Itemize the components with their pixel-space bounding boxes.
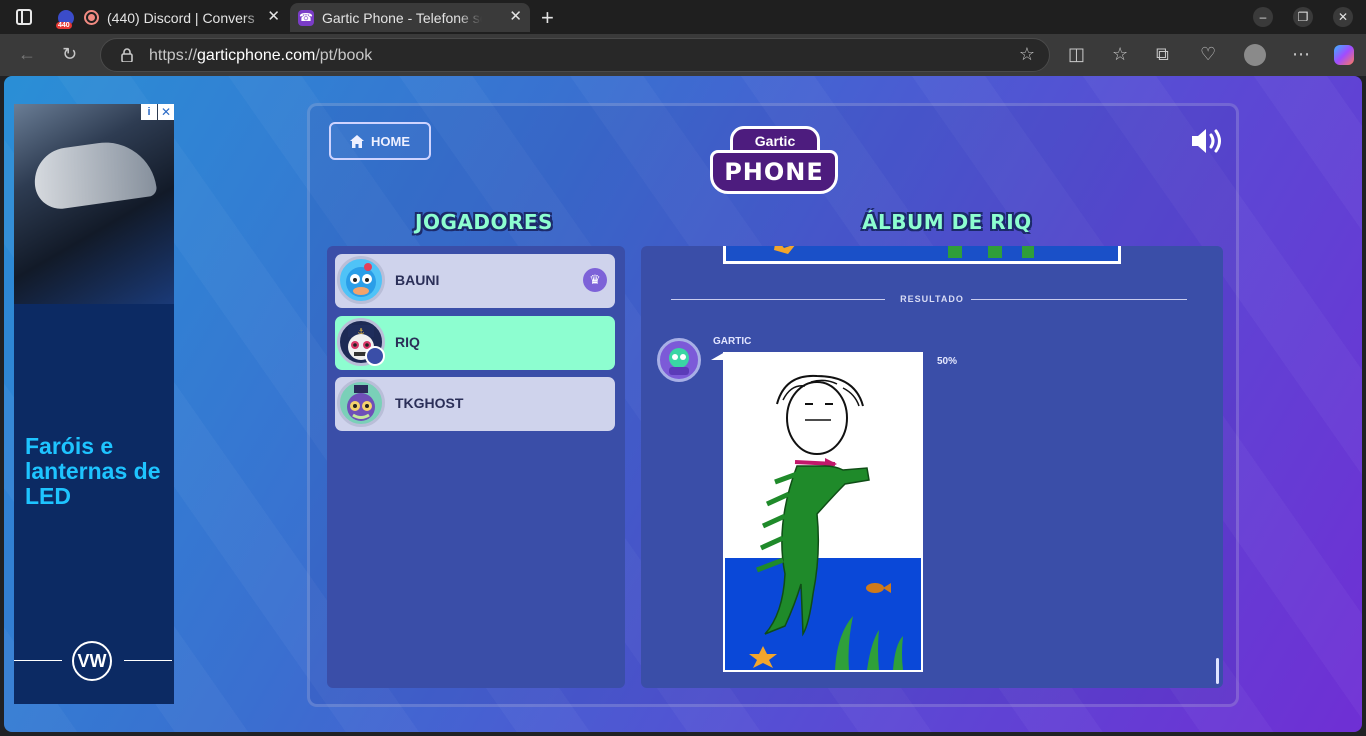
game-container: HOME Gartic PHONE JOGADORES ÁLBUM DE RIQ… [307,103,1239,707]
author-name: GARTIC [713,336,752,347]
player-avatar [337,256,385,304]
home-button[interactable]: HOME [329,122,431,160]
sound-icon[interactable] [1190,126,1224,156]
tab-gartic[interactable]: ☎ Gartic Phone - Telefone sem fio ✕ [290,3,530,32]
ad-headline: Faróis e lanternas de LED [25,433,161,509]
browser-tab-bar: 440 (440) Discord | Convers ✕ ☎ Gartic P… [0,0,1366,34]
collections-icon[interactable]: ⧉ [1156,44,1169,65]
tab-title: Gartic Phone - Telefone sem fio [322,9,482,26]
more-menu-icon[interactable]: ⋯ [1292,44,1310,65]
you-user-icon [365,346,385,366]
page-viewport: i ✕ Faróis e lanternas de LED VW HOME Ga… [4,76,1362,732]
player-avatar [337,379,385,427]
player-name: TKGHOST [395,395,464,411]
favorites-icon[interactable]: ☆ [1112,44,1128,65]
restore-button[interactable]: ❐ [1293,7,1313,27]
discord-favicon-icon: 440 [56,9,74,29]
minimize-button[interactable]: – [1253,7,1273,27]
ad-close-icon[interactable]: ✕ [158,104,174,120]
headlight-shape [30,135,158,213]
lock-icon [121,48,133,62]
home-label: HOME [371,133,410,149]
result-drawing [723,352,923,672]
ad-divider [14,660,62,661]
favorite-star-icon[interactable]: ☆ [1019,44,1035,65]
browser-essentials-icon[interactable]: ♡ [1200,44,1216,65]
new-tab-button[interactable]: + [541,5,554,31]
profile-avatar[interactable] [1244,44,1266,66]
vw-logo-icon: VW [72,641,112,681]
tab-discord[interactable]: 440 (440) Discord | Convers ✕ [52,3,288,32]
players-title: JOGADORES [415,210,553,234]
previous-drawing [723,246,1121,264]
player-card[interactable]: BAUNI ♛ [335,254,615,308]
player-name: RIQ [395,334,420,350]
split-screen-icon[interactable]: ◫ [1068,44,1085,65]
player-name: BAUNI [395,272,440,288]
url-text: https://garticphone.com/pt/book [149,47,373,64]
result-divider [971,299,1187,300]
recording-icon [84,10,99,25]
logo-main-text: PHONE [710,150,838,194]
close-window-button[interactable]: ✕ [1333,7,1353,27]
player-card[interactable]: ⚓ RIQ [335,316,615,370]
album-scrollbar[interactable] [1216,658,1219,684]
ad-banner[interactable]: i ✕ Faróis e lanternas de LED VW [14,104,174,704]
copilot-icon[interactable] [1334,45,1354,65]
reload-icon[interactable]: ↻ [62,44,77,65]
ad-car-image [14,104,174,304]
album-title: ÁLBUM DE RIQ [862,210,1032,234]
browser-nav-bar: ← ↻ https://garticphone.com/pt/book ☆ ◫ … [0,34,1366,76]
player-card[interactable]: TKGHOST [335,377,615,431]
close-tab-icon[interactable]: ✕ [267,7,280,25]
album-panel: RESULTADO GARTIC 50% [641,246,1223,688]
score-percent: 50% [937,356,958,367]
gartic-phone-logo: Gartic PHONE [710,120,840,200]
host-crown-icon: ♛ [583,268,607,292]
ad-divider [124,660,172,661]
svg-text:⚓: ⚓ [357,327,364,336]
author-avatar [657,338,701,382]
close-tab-icon[interactable]: ✕ [509,7,522,25]
gartic-favicon-icon: ☎ [298,9,314,26]
back-icon[interactable]: ← [18,44,36,65]
address-bar[interactable]: https://garticphone.com/pt/book ☆ [100,38,1050,72]
players-list: BAUNI ♛ ⚓ RIQ TKGHOST [327,246,625,688]
ad-info-icon[interactable]: i [141,104,157,120]
home-icon [350,134,364,148]
sidebar-toggle-icon[interactable] [16,9,32,25]
tab-title: (440) Discord | Convers [107,9,255,26]
